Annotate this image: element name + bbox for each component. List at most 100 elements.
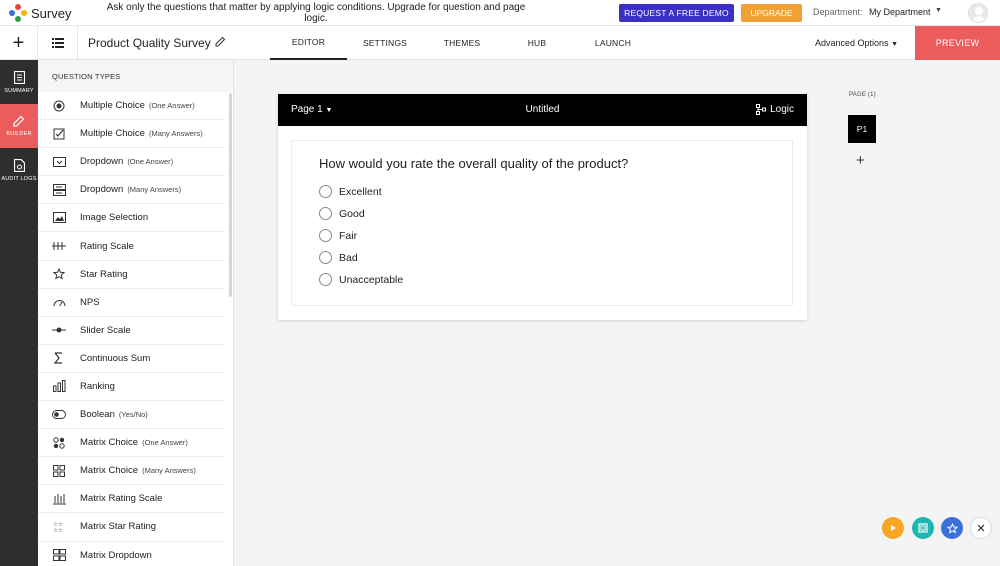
question-type-item[interactable]: Multiple Choice (One Answer) [38, 92, 225, 121]
advanced-options-menu[interactable]: Advanced Options ▼ [815, 38, 898, 48]
checkbox-icon [38, 128, 80, 140]
sidebar-item-audit-logs[interactable]: AUDIT LOGS [0, 148, 38, 192]
caret-down-icon: ▼ [891, 41, 898, 48]
question-type-item[interactable]: Matrix Rating Scale [38, 485, 225, 514]
question-type-item[interactable]: Matrix Choice (Many Answers) [38, 457, 225, 486]
question-type-sublabel: (Yes/No) [118, 410, 148, 420]
option-fair[interactable]: Fair [319, 229, 357, 242]
question-type-item[interactable]: Image Selection [38, 204, 225, 233]
logic-label: Logic [770, 104, 794, 115]
pencil-icon [13, 115, 25, 127]
tab-editor[interactable]: EDITOR [270, 26, 347, 60]
question-type-sublabel: (Many Answers) [127, 185, 182, 195]
question-type-label: NPS [80, 296, 100, 308]
image-icon [38, 212, 80, 224]
option-excellent[interactable]: Excellent [319, 185, 382, 198]
app-name: Survey [31, 5, 72, 21]
question-type-label: Dropdown [80, 184, 124, 196]
question-type-label: Dropdown [80, 156, 124, 168]
favorite-button[interactable] [941, 517, 963, 539]
preview-button[interactable]: PREVIEW [915, 26, 1000, 60]
option-label: Fair [339, 229, 358, 242]
question-panel-scrollbar[interactable] [229, 93, 232, 297]
question-type-item[interactable]: Boolean (Yes/No) [38, 401, 225, 430]
matrix-radio-icon [38, 436, 80, 449]
sidebar-item-summary[interactable]: SUMMARY [0, 60, 38, 104]
question-type-item[interactable]: Rating Scale [38, 232, 225, 261]
question-type-label: Slider Scale [80, 324, 131, 336]
app-logo[interactable]: Survey [9, 4, 71, 22]
question-types-panel: QUESTION TYPES Multiple Choice (One Answe… [38, 60, 234, 566]
save-view-button[interactable] [912, 517, 934, 539]
close-icon[interactable]: ✕ [970, 517, 992, 539]
question-type-label: Star Rating [80, 268, 128, 280]
user-avatar[interactable] [968, 3, 988, 23]
question-type-item[interactable]: Dropdown (One Answer) [38, 148, 225, 177]
page-title[interactable]: Untitled [278, 104, 807, 115]
rating-scale-icon [38, 241, 80, 251]
radio-button[interactable] [319, 185, 332, 198]
dropdown-icon [38, 156, 80, 167]
play-button[interactable] [882, 517, 904, 539]
option-label: Excellent [339, 185, 382, 198]
question-type-item[interactable]: Ranking [38, 373, 225, 402]
page-chip-p1[interactable]: P1 [848, 115, 876, 143]
toggle-icon [38, 410, 80, 420]
top-bar: Survey Ask only the questions that matte… [0, 0, 1000, 26]
matrix-star-icon: ☆☆ ☆☆ [38, 521, 80, 533]
survey-page-card: Page 1 ▼ Untitled Logic How would you ra… [278, 94, 807, 320]
radio-button[interactable] [319, 229, 332, 242]
question-type-item[interactable]: Star Rating [38, 261, 225, 289]
question-text[interactable]: How would you rate the overall quality o… [319, 156, 628, 171]
logic-button[interactable]: Logic [756, 104, 794, 115]
tab-themes[interactable]: THEMES [432, 26, 492, 60]
department-selector[interactable]: My Department [869, 7, 931, 17]
question-type-label: Continuous Sum [80, 352, 151, 364]
question-type-label: Matrix Choice [80, 465, 139, 477]
question-type-item[interactable]: Multiple Choice (Many Answers) [38, 120, 225, 149]
question-type-label: Matrix Star Rating [80, 521, 157, 533]
question-type-item[interactable]: Matrix Dropdown [38, 542, 225, 566]
document-icon [13, 70, 25, 84]
radio-button[interactable] [319, 207, 332, 220]
question-type-label: Ranking [80, 380, 115, 392]
radio-button[interactable] [319, 251, 332, 264]
question-type-item[interactable]: Dropdown (Many Answers) [38, 176, 225, 205]
sidebar-item-builder[interactable]: BUILDER [0, 104, 38, 148]
question-type-label: Matrix Dropdown [80, 549, 152, 561]
plus-icon[interactable]: + [0, 26, 38, 60]
pencil-edit-icon[interactable] [215, 36, 226, 50]
logic-branch-icon [756, 104, 767, 115]
left-sidebar: SUMMARY BUILDER AUDIT LOGS [0, 60, 38, 566]
question-type-label: Boolean [80, 409, 115, 421]
survey-title[interactable]: Product Quality Survey [88, 36, 211, 50]
department-label: Department: [813, 7, 863, 17]
request-demo-button[interactable]: REQUEST A FREE DEMO [619, 4, 734, 22]
upgrade-button[interactable]: UPGRADE [741, 4, 802, 22]
caret-down-icon[interactable]: ▼ [935, 7, 942, 14]
option-unacceptable[interactable]: Unacceptable [319, 273, 403, 286]
question-type-item[interactable]: Slider Scale [38, 317, 225, 345]
option-label: Bad [339, 251, 358, 264]
add-page-icon[interactable]: + [856, 152, 865, 169]
question-type-item[interactable]: Matrix Choice (One Answer) [38, 429, 225, 458]
tab-launch[interactable]: LAUNCH [585, 26, 641, 60]
question-block[interactable]: How would you rate the overall quality o… [291, 140, 793, 306]
slider-icon [38, 326, 80, 334]
question-types-list: Multiple Choice (One Answer) Multiple Choi… [38, 92, 233, 566]
list-menu-icon[interactable] [38, 26, 78, 60]
option-bad[interactable]: Bad [319, 251, 358, 264]
tab-hub[interactable]: HUB [513, 26, 561, 60]
log-file-icon [13, 158, 25, 172]
option-good[interactable]: Good [319, 207, 365, 220]
radio-button[interactable] [319, 273, 332, 286]
matrix-dropdown-icon [38, 549, 80, 562]
tab-settings[interactable]: SETTINGS [355, 26, 415, 60]
advanced-options-label: Advanced Options [815, 38, 889, 48]
question-type-sublabel: (Many Answers) [142, 466, 196, 476]
question-type-item[interactable]: NPS [38, 289, 225, 317]
question-type-item[interactable]: ☆☆ ☆☆ Matrix Star Rating [38, 513, 225, 542]
upgrade-promo-text: Ask only the questions that matter by ap… [106, 2, 526, 24]
question-type-item[interactable]: Continuous Sum [38, 345, 225, 373]
question-type-label: Multiple Choice [80, 100, 145, 112]
